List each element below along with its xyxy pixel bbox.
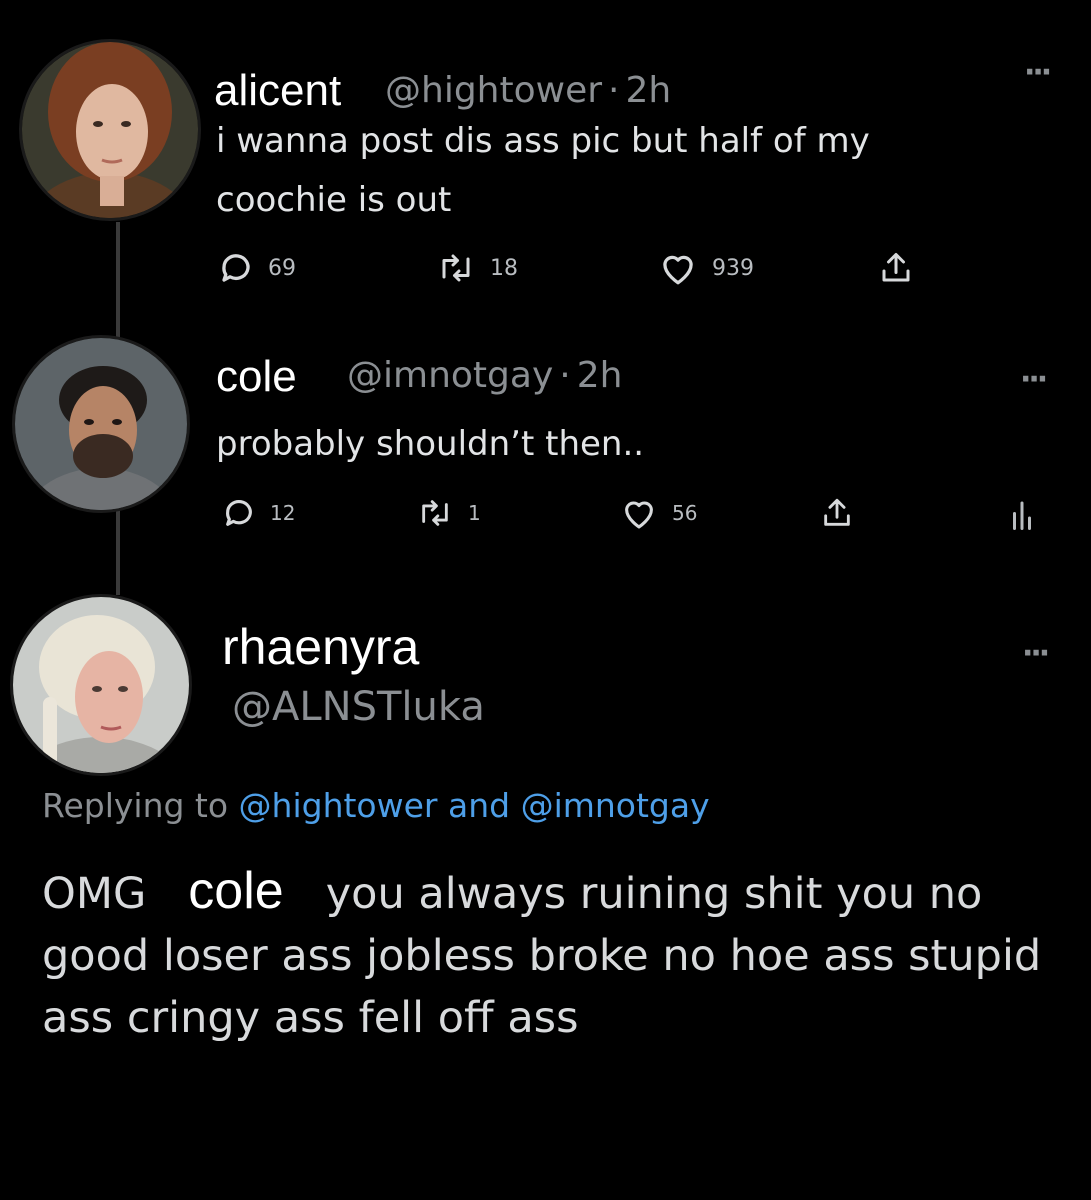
replying-and: and [447,786,511,825]
retweet-icon [436,250,476,286]
more-horizontal-icon[interactable]: ··· [1024,55,1052,90]
more-horizontal-icon[interactable]: ··· [1020,362,1048,397]
thread-line [116,222,120,340]
handle[interactable]: @imnotgay [347,355,553,396]
like-count: 56 [672,501,698,525]
like-action[interactable]: 939 [658,250,754,286]
avatar[interactable] [10,594,192,776]
comment-bubble-icon [218,250,254,286]
retweet-count: 18 [490,255,518,281]
handle-time: @hightower · 2h [385,70,672,111]
comment-bubble-icon [222,496,256,530]
display-name[interactable]: rhaenyra [222,618,419,676]
tweet-text: probably shouldn’t then.. [216,424,645,464]
like-count: 939 [712,255,754,281]
more-horizontal-icon[interactable]: ··· [1022,636,1050,671]
timestamp[interactable]: 2h [625,70,671,111]
display-name[interactable]: cole [216,352,297,402]
retweet-action[interactable]: 1 [416,496,481,530]
reply-count: 69 [268,255,296,281]
like-action[interactable]: 56 [620,496,697,530]
avatar[interactable] [19,39,201,221]
display-name[interactable]: alicent [214,66,341,116]
timestamp[interactable]: 2h [577,355,623,396]
analytics-bars-icon [1010,500,1034,530]
share-upload-icon [820,496,854,530]
reply-text: OMG cole you always ruining shit you no go… [42,860,1052,1049]
reply-action[interactable]: 69 [218,250,296,286]
retweet-icon [416,496,454,530]
mention-link[interactable]: @hightower [239,786,438,825]
reply-text-name: cole [188,862,284,920]
reply-action[interactable]: 12 [222,496,295,530]
share-action[interactable] [878,250,914,286]
retweet-count: 1 [468,501,481,525]
avatar[interactable] [12,335,190,513]
heart-icon [658,250,698,286]
reply-count: 12 [270,501,296,525]
tweet-text: i wanna post dis ass pic but half of my … [216,121,870,220]
analytics-action[interactable] [1010,500,1034,530]
handle[interactable]: @hightower [385,70,602,111]
retweet-action[interactable]: 18 [436,250,518,286]
share-action[interactable] [820,496,854,530]
replying-to: Replying to @hightower and @imnotgay [42,786,710,825]
handle-time: @imnotgay · 2h [347,355,623,396]
handle[interactable]: @ALNSTluka [232,684,485,730]
replying-prefix: Replying to [42,786,229,825]
share-upload-icon [878,250,914,286]
reply-text-start: OMG [42,869,147,919]
mention-link[interactable]: @imnotgay [521,786,710,825]
heart-icon [620,496,658,530]
